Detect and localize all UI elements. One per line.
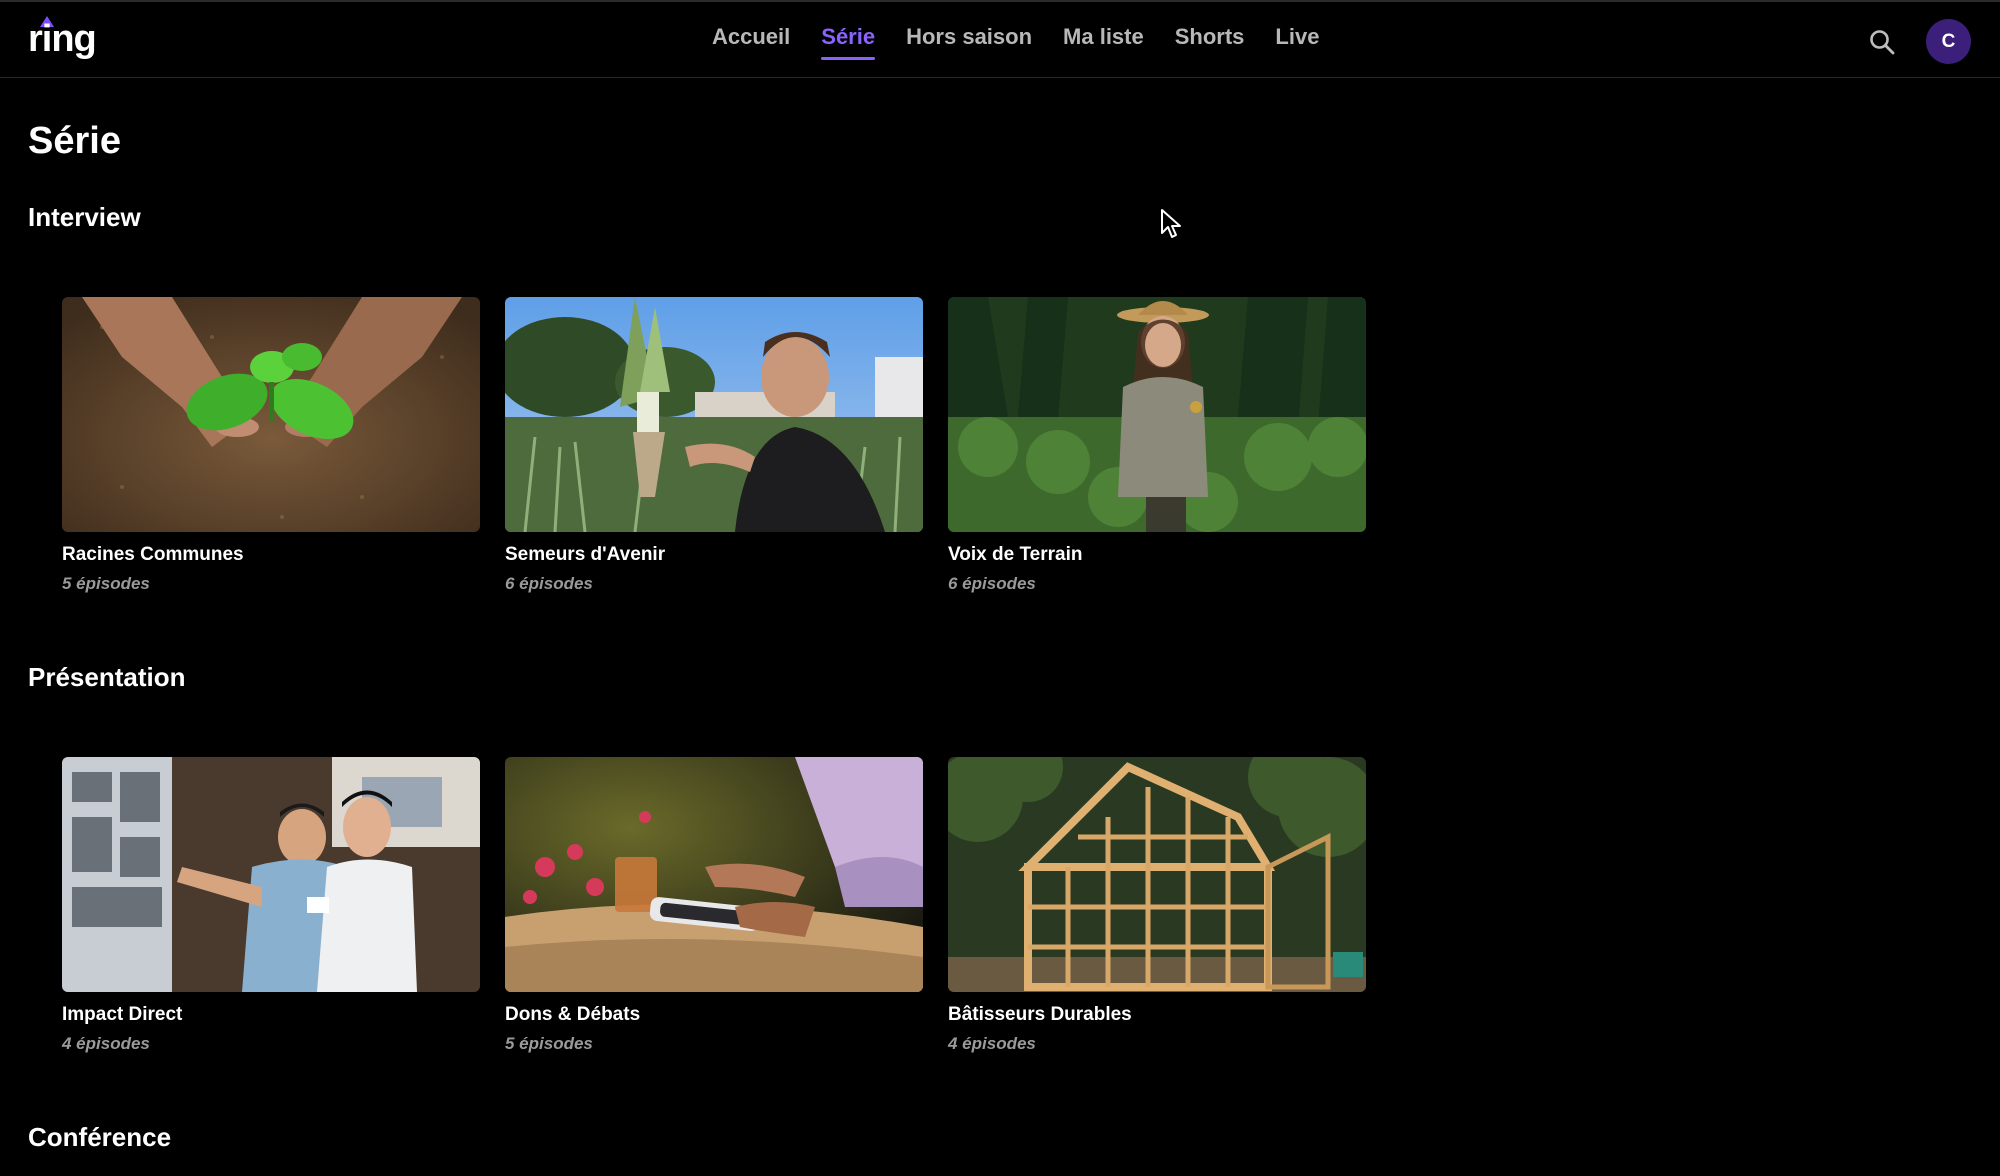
series-card[interactable]: Racines Communes 5 épisodes (62, 297, 480, 594)
episode-count: 6 épisodes (948, 574, 1036, 593)
section-title-conference: Conférence (28, 1122, 172, 1152)
main-nav: Accueil Série Hors saison Ma liste Short… (712, 24, 1350, 60)
top-nav-bar: ring Accueil Série Hors saison Ma liste … (0, 0, 2000, 78)
series-thumbnail[interactable] (948, 297, 1366, 532)
series-thumbnail[interactable] (505, 757, 923, 992)
nav-item-live[interactable]: Live (1275, 24, 1319, 60)
episode-count: 6 épisodes (505, 574, 593, 593)
section-title-interview: Interview (28, 202, 141, 232)
nav-item-serie[interactable]: Série (821, 24, 875, 60)
row-interview: Racines Communes 5 épisodes Semeurs d'Av… (62, 297, 1366, 594)
series-title: Voix de Terrain (948, 544, 1083, 565)
series-title: Bâtisseurs Durables (948, 1004, 1132, 1025)
nav-item-shorts[interactable]: Shorts (1175, 24, 1245, 60)
episode-count: 5 épisodes (505, 1034, 593, 1053)
section-title-presentation: Présentation (28, 662, 186, 692)
nav-item-ma-liste[interactable]: Ma liste (1063, 24, 1144, 60)
series-thumbnail[interactable] (505, 297, 923, 532)
nav-item-hors-saison[interactable]: Hors saison (906, 24, 1032, 60)
episode-count: 4 épisodes (62, 1034, 150, 1053)
series-thumbnail[interactable] (948, 757, 1366, 992)
nav-item-accueil[interactable]: Accueil (712, 24, 790, 60)
series-title: Dons & Débats (505, 1004, 641, 1025)
series-card[interactable]: Voix de Terrain 6 épisodes (948, 297, 1366, 594)
episode-count: 4 épisodes (948, 1034, 1036, 1053)
series-card[interactable]: Impact Direct 4 épisodes (62, 757, 480, 1054)
series-title: Racines Communes (62, 544, 244, 565)
series-title: Semeurs d'Avenir (505, 544, 666, 565)
search-icon[interactable] (1868, 28, 1896, 56)
series-card[interactable]: Dons & Débats 5 épisodes (505, 757, 923, 1054)
series-thumbnail[interactable] (62, 757, 480, 992)
ring-logo[interactable]: ring (28, 16, 100, 64)
series-thumbnail[interactable] (62, 297, 480, 532)
logo-text: ring (28, 18, 97, 60)
user-avatar[interactable]: C (1926, 19, 1971, 64)
page-title: Série (28, 120, 121, 162)
row-presentation: Impact Direct 4 épisodes Dons & Débats 5… (62, 757, 1366, 1054)
mouse-cursor-icon (1160, 208, 1182, 240)
series-card[interactable]: Bâtisseurs Durables 4 épisodes (948, 757, 1366, 1054)
series-card[interactable]: Semeurs d'Avenir 6 épisodes (505, 297, 923, 594)
episode-count: 5 épisodes (62, 574, 150, 593)
series-title: Impact Direct (62, 1004, 183, 1025)
